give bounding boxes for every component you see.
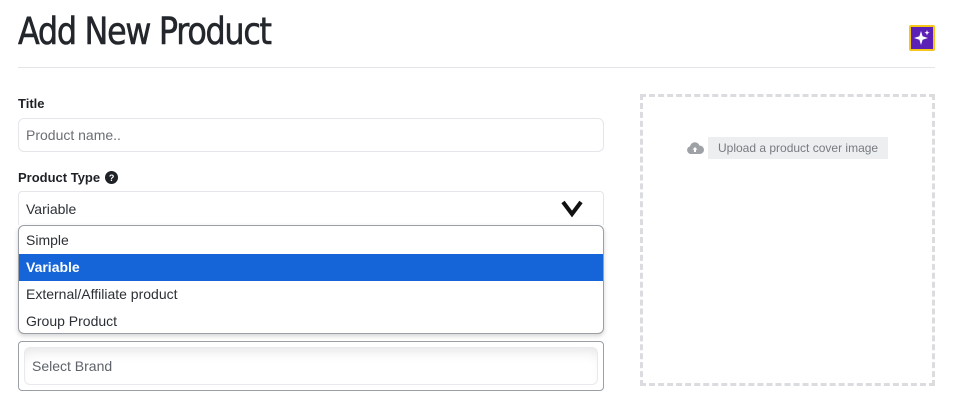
title-label: Title bbox=[18, 96, 45, 111]
ai-assistant-button[interactable] bbox=[909, 25, 935, 51]
sparkle-icon bbox=[914, 30, 930, 45]
product-type-label: Product Type ? bbox=[18, 170, 119, 185]
help-icon[interactable]: ? bbox=[105, 171, 119, 184]
chevron-down-icon[interactable] bbox=[561, 200, 583, 218]
header-divider bbox=[18, 67, 935, 68]
dropdown-option-simple[interactable]: Simple bbox=[19, 226, 603, 254]
dropdown-option-group-product[interactable]: Group Product bbox=[19, 308, 603, 333]
brand-select-container: Select Brand bbox=[18, 341, 604, 391]
brand-select[interactable]: Select Brand bbox=[24, 347, 598, 385]
dropdown-option-external-affiliate[interactable]: External/Affiliate product bbox=[19, 281, 603, 308]
product-title-input[interactable] bbox=[18, 118, 604, 152]
dropdown-option-variable[interactable]: Variable bbox=[19, 254, 603, 281]
upload-cta[interactable]: Upload a product cover image bbox=[686, 137, 889, 159]
upload-label: Upload a product cover image bbox=[708, 137, 889, 159]
cloud-upload-icon bbox=[687, 142, 704, 154]
product-type-select[interactable]: Variable bbox=[18, 191, 604, 225]
brand-select-placeholder: Select Brand bbox=[32, 358, 113, 374]
product-type-dropdown: Simple Variable External/Affiliate produ… bbox=[18, 225, 604, 334]
product-type-label-text: Product Type bbox=[18, 170, 101, 185]
cover-image-upload-zone[interactable]: Upload a product cover image bbox=[640, 94, 935, 386]
page-title: Add New Product bbox=[18, 10, 273, 54]
title-label-text: Title bbox=[18, 96, 45, 111]
product-type-selected-value: Variable bbox=[26, 200, 77, 217]
